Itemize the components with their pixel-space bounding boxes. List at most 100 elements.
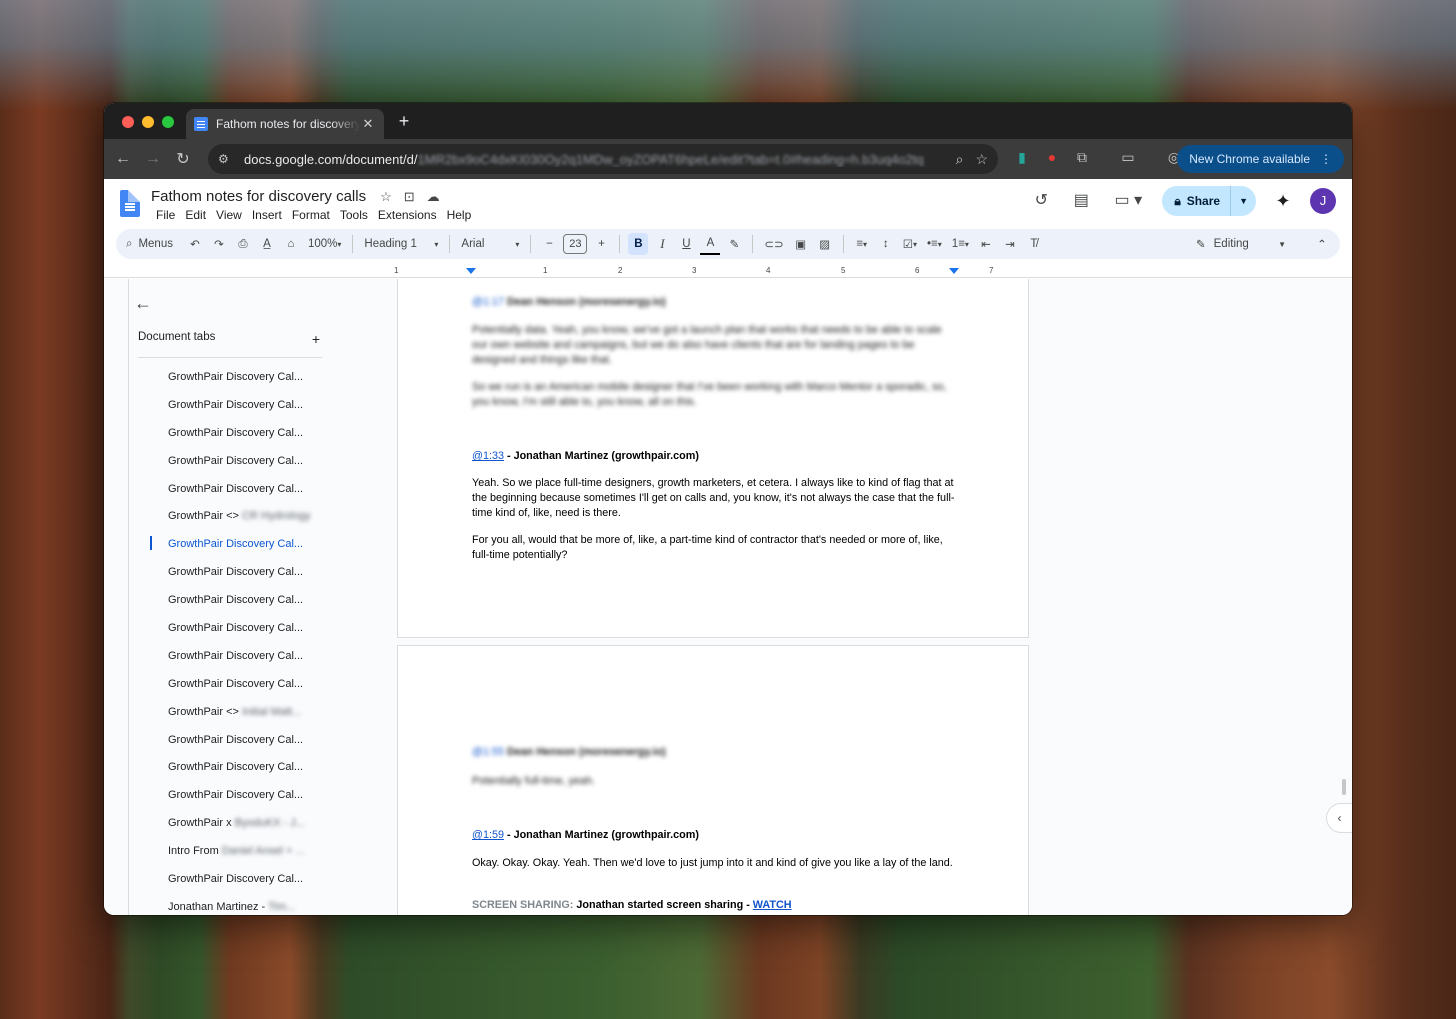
undo-icon[interactable]: ↶ [185, 233, 205, 255]
back-arrow-icon[interactable]: ← [134, 293, 152, 314]
increase-font-size-icon[interactable]: + [591, 233, 611, 255]
close-window-button[interactable] [122, 116, 134, 128]
add-comment-icon[interactable]: ▣ [791, 233, 811, 255]
sidebar-tab-item[interactable]: Jonathan Martinez - Tim... [168, 900, 310, 915]
checklist-icon[interactable]: ☑ [900, 233, 920, 255]
sidebar-tab-item[interactable]: GrowthPair Discovery Cal... [168, 621, 310, 649]
align-icon[interactable]: ≡ [852, 233, 872, 255]
meet-video-icon[interactable]: ▭ ▾ [1108, 188, 1148, 214]
font-select[interactable]: Arial [458, 233, 522, 255]
move-folder-icon[interactable]: ⊡ [404, 189, 415, 205]
sidebar-tab-item[interactable]: GrowthPair x ByoduKX - J... [168, 816, 310, 844]
numbered-list-icon[interactable]: 1≡ [949, 233, 972, 255]
doc-title[interactable]: Fathom notes for discovery calls [151, 188, 366, 205]
scrollbar-thumb[interactable] [1342, 779, 1346, 795]
sidebar-tab-item[interactable]: GrowthPair Discovery Cal... [168, 788, 310, 816]
reload-icon[interactable]: ↻ [168, 149, 198, 169]
more-menu-icon[interactable]: ⋮ [1320, 152, 1332, 166]
bookmark-star-icon[interactable]: ☆ [975, 151, 988, 168]
sidebar-tab-item[interactable]: GrowthPair Discovery Cal... [168, 426, 310, 454]
avatar[interactable]: J [1310, 188, 1336, 214]
comments-icon[interactable]: ▤ [1068, 188, 1094, 214]
menu-tools[interactable]: Tools [335, 208, 373, 222]
sidebar-tab-item[interactable]: GrowthPair Discovery Cal... [168, 593, 310, 621]
cloud-saved-icon[interactable]: ☁ [427, 189, 440, 205]
menu-edit[interactable]: Edit [180, 208, 211, 222]
sidebar-tab-item[interactable]: GrowthPair <> CR Hydrology [168, 509, 310, 537]
sidebar-tab-item[interactable]: GrowthPair Discovery Cal... [168, 760, 310, 788]
star-icon[interactable]: ☆ [380, 189, 392, 205]
url-text[interactable]: docs.google.com/document/d/1MR2bx9oC4dxK… [244, 152, 944, 167]
print-icon[interactable]: ⎙ [233, 233, 253, 255]
sidebar-tab-item[interactable]: GrowthPair Discovery Cal... [168, 733, 310, 761]
spellcheck-icon[interactable]: A̲ [257, 233, 277, 255]
browser-tab[interactable]: Fathom notes for discovery calls ✕ [186, 109, 384, 139]
address-bar[interactable]: ⚙ docs.google.com/document/d/1MR2bx9oC4d… [208, 144, 998, 174]
zoom-search-icon[interactable]: ⌕ [956, 151, 964, 168]
menu-file[interactable]: File [151, 208, 180, 222]
link-icon[interactable]: ⊂⊃ [761, 233, 786, 255]
sidebar-tab-item[interactable]: GrowthPair Discovery Cal... [168, 677, 310, 705]
menu-help[interactable]: Help [442, 208, 477, 222]
text-color-icon[interactable]: A [700, 233, 721, 255]
menu-view[interactable]: View [211, 208, 247, 222]
watch-link[interactable]: WATCH [753, 899, 792, 911]
clear-formatting-icon[interactable]: T̸ [1024, 233, 1044, 255]
bold-icon[interactable]: B [628, 233, 649, 255]
sidebar-tab-item[interactable]: GrowthPair Discovery Cal... [168, 872, 310, 900]
decrease-indent-icon[interactable]: ⇤ [976, 233, 996, 255]
site-settings-icon[interactable]: ⚙ [218, 152, 234, 166]
timestamp-link[interactable]: @1:17 [472, 296, 504, 308]
sidebar-tab-item[interactable]: GrowthPair Discovery Cal... [168, 482, 310, 510]
increase-indent-icon[interactable]: ⇥ [1000, 233, 1020, 255]
close-tab-icon[interactable]: ✕ [360, 116, 376, 132]
doc-page[interactable]: @1:55 Dean Henson (moresenergy.io) Poten… [397, 645, 1029, 915]
highlight-icon[interactable]: ✎ [724, 233, 744, 255]
docs-logo-icon[interactable] [120, 190, 140, 217]
menu-extensions[interactable]: Extensions [373, 208, 442, 222]
insert-image-icon[interactable]: ▨ [815, 233, 835, 255]
line-spacing-icon[interactable]: ↕ [876, 233, 896, 255]
sidebar-tab-item[interactable]: GrowthPair Discovery Cal... [168, 565, 310, 593]
paint-format-icon[interactable]: ⌂ [281, 233, 301, 255]
redo-icon[interactable]: ↷ [209, 233, 229, 255]
editing-mode-select[interactable]: ✎ Editing ▼ [1186, 237, 1296, 251]
decrease-font-size-icon[interactable]: − [539, 233, 559, 255]
sidebar-tab-item[interactable]: GrowthPair Discovery Cal... [168, 454, 310, 482]
add-tab-button[interactable]: + [312, 331, 320, 347]
sidebar-tab-item[interactable]: GrowthPair Discovery Cal... [168, 398, 310, 426]
share-dropdown-icon[interactable]: ▼ [1231, 196, 1256, 206]
zoom-select[interactable]: 100% [305, 233, 344, 255]
right-indent-marker[interactable] [949, 268, 959, 274]
extension-red-icon[interactable]: ● [1042, 149, 1062, 169]
left-indent-marker[interactable] [466, 268, 476, 274]
timestamp-link[interactable]: @1:59 [472, 829, 504, 841]
sidebar-tab-item[interactable]: Intro From Daniel Ansel + ... [168, 844, 310, 872]
gemini-sparkle-icon[interactable]: ✦ [1270, 188, 1296, 214]
forward-icon[interactable]: → [138, 150, 168, 168]
version-history-icon[interactable]: ↺ [1028, 188, 1054, 214]
menu-format[interactable]: Format [287, 208, 335, 222]
sidebar-tab-item[interactable]: GrowthPair <> Initial Matt... [168, 705, 310, 733]
sidebar-tab-item[interactable]: GrowthPair Discovery Cal... [149, 536, 310, 565]
extensions-puzzle-icon[interactable]: ⧉ [1072, 149, 1092, 169]
side-panel-toggle[interactable]: ‹ [1326, 803, 1352, 833]
hide-menus-icon[interactable]: ⌃ [1312, 233, 1332, 255]
menus-search[interactable]: ⌕ Menus [124, 238, 181, 251]
extension-icon[interactable]: ▮ [1012, 149, 1032, 169]
minimize-window-button[interactable] [142, 116, 154, 128]
underline-icon[interactable]: U [676, 233, 696, 255]
ruler[interactable]: 1 1 2 3 4 5 6 7 [104, 265, 1352, 278]
share-button[interactable]: 🔒︎ Share ▼ [1162, 186, 1256, 216]
bulleted-list-icon[interactable]: •≡ [924, 233, 945, 255]
italic-icon[interactable]: I [652, 233, 672, 255]
chrome-update-button[interactable]: New Chrome available ⋮ [1177, 145, 1344, 173]
style-select[interactable]: Heading 1 [361, 233, 441, 255]
doc-page[interactable]: @1:17 Dean Henson (moresenergy.io) Poten… [397, 279, 1029, 638]
maximize-window-button[interactable] [162, 116, 174, 128]
sidebar-tab-item[interactable]: GrowthPair Discovery Cal... [168, 370, 310, 398]
font-size-input[interactable]: 23 [563, 234, 588, 254]
timestamp-link[interactable]: @1:55 [472, 746, 504, 758]
sidebar-tab-item[interactable]: GrowthPair Discovery Cal... [168, 649, 310, 677]
new-tab-button[interactable]: + [394, 111, 414, 132]
